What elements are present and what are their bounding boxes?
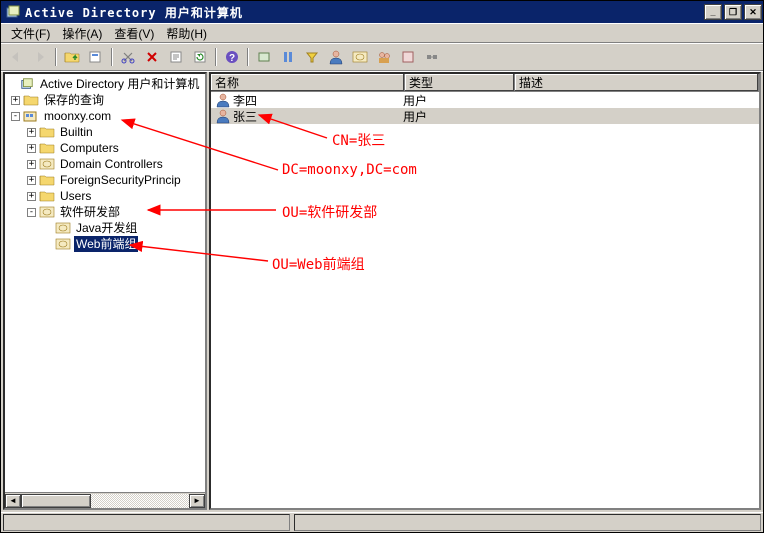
- menubar: 文件(F) 操作(A) 查看(V) 帮助(H): [1, 23, 763, 43]
- back-button[interactable]: [5, 46, 27, 68]
- menu-file[interactable]: 文件(F): [5, 23, 56, 44]
- tree-item[interactable]: +Domain Controllers: [5, 156, 205, 172]
- col-desc[interactable]: 描述: [515, 74, 759, 91]
- tree-ou-root[interactable]: -软件研发部: [5, 204, 205, 220]
- user-icon: [215, 108, 231, 124]
- collapse-icon[interactable]: -: [27, 208, 36, 217]
- app-window: Active Directory 用户和计算机 _ ❐ ✕ 文件(F) 操作(A…: [0, 0, 764, 533]
- forward-button[interactable]: [29, 46, 51, 68]
- tree-item[interactable]: +Builtin: [5, 124, 205, 140]
- cut-button[interactable]: [117, 46, 139, 68]
- window-title: Active Directory 用户和计算机: [25, 4, 703, 21]
- svg-text:?: ?: [229, 53, 235, 64]
- list-header: 名称 类型 描述: [211, 74, 759, 92]
- menu-help[interactable]: 帮助(H): [160, 23, 213, 44]
- tree-item[interactable]: +ForeignSecurityPrincip: [5, 172, 205, 188]
- menu-action[interactable]: 操作(A): [56, 23, 108, 44]
- list-row-selected[interactable]: 张三 用户: [211, 108, 759, 124]
- statusbar: [1, 512, 763, 532]
- ou-button[interactable]: [349, 46, 371, 68]
- tree-ou-child[interactable]: Java开发组: [5, 220, 205, 236]
- minimize-button[interactable]: _: [704, 4, 722, 20]
- refresh-button[interactable]: [189, 46, 211, 68]
- tree-saved[interactable]: + 保存的查询: [5, 92, 205, 108]
- titlebar: Active Directory 用户和计算机 _ ❐ ✕: [1, 1, 763, 23]
- delete-button[interactable]: [141, 46, 163, 68]
- app-icon: [5, 4, 21, 20]
- expand-icon[interactable]: +: [11, 96, 20, 105]
- close-button[interactable]: ✕: [744, 4, 762, 20]
- properties-button[interactable]: [165, 46, 187, 68]
- help-button[interactable]: ?: [221, 46, 243, 68]
- conn-button[interactable]: [421, 46, 443, 68]
- col-type[interactable]: 类型: [405, 74, 515, 91]
- user-button[interactable]: [325, 46, 347, 68]
- tree-item[interactable]: +Users: [5, 188, 205, 204]
- client-area: Active Directory 用户和计算机 + 保存的查询 - moonxy…: [1, 71, 763, 532]
- tree: Active Directory 用户和计算机 + 保存的查询 - moonxy…: [5, 74, 205, 492]
- list-body: 李四 用户 张三 用户: [211, 92, 759, 508]
- group-button[interactable]: [373, 46, 395, 68]
- tree-item[interactable]: +Computers: [5, 140, 205, 156]
- collapse-icon[interactable]: -: [11, 112, 20, 121]
- user-icon: [215, 92, 231, 108]
- menu-view[interactable]: 查看(V): [108, 23, 160, 44]
- report-button[interactable]: [397, 46, 419, 68]
- tree-domain[interactable]: - moonxy.com: [5, 108, 205, 124]
- filter-button[interactable]: [301, 46, 323, 68]
- col-name[interactable]: 名称: [211, 74, 405, 91]
- tree-root[interactable]: Active Directory 用户和计算机: [5, 76, 205, 92]
- up-button[interactable]: [61, 46, 83, 68]
- tree-root-label[interactable]: Active Directory 用户和计算机: [38, 76, 201, 92]
- maximize-button[interactable]: ❐: [724, 4, 742, 20]
- list-pane: 名称 类型 描述 李四 用户 张三 用户: [209, 72, 761, 510]
- list-row[interactable]: 李四 用户: [211, 92, 759, 108]
- tree-hscroll[interactable]: ◄ ►: [5, 492, 205, 508]
- tool-icon-2[interactable]: [277, 46, 299, 68]
- tree-ou-child-selected[interactable]: Web前端组: [5, 236, 205, 252]
- tool-icon-1[interactable]: [253, 46, 275, 68]
- toolbar: ?: [1, 43, 763, 71]
- tree-pane: Active Directory 用户和计算机 + 保存的查询 - moonxy…: [3, 72, 207, 510]
- new-folder-button[interactable]: [85, 46, 107, 68]
